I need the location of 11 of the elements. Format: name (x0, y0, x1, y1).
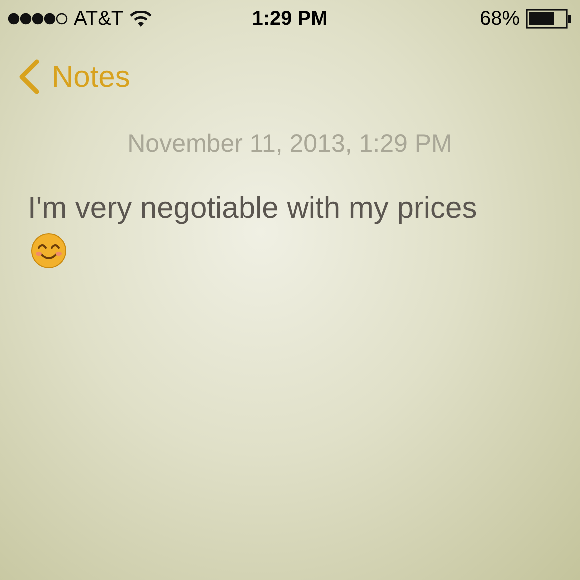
battery-icon (526, 9, 572, 29)
back-chevron-icon (18, 59, 40, 95)
wifi-icon (130, 11, 152, 27)
smiley-icon (31, 232, 67, 268)
note-date: November 11, 2013, 1:29 PM (128, 129, 452, 160)
back-button[interactable]: Notes (18, 54, 130, 100)
status-time: 1:29 PM (252, 7, 328, 32)
carrier-name: AT&T (74, 7, 124, 32)
battery-percent: 68% (480, 7, 520, 32)
signal-icon (8, 13, 68, 25)
note-text: I'm very negotiable with my prices (28, 190, 478, 226)
